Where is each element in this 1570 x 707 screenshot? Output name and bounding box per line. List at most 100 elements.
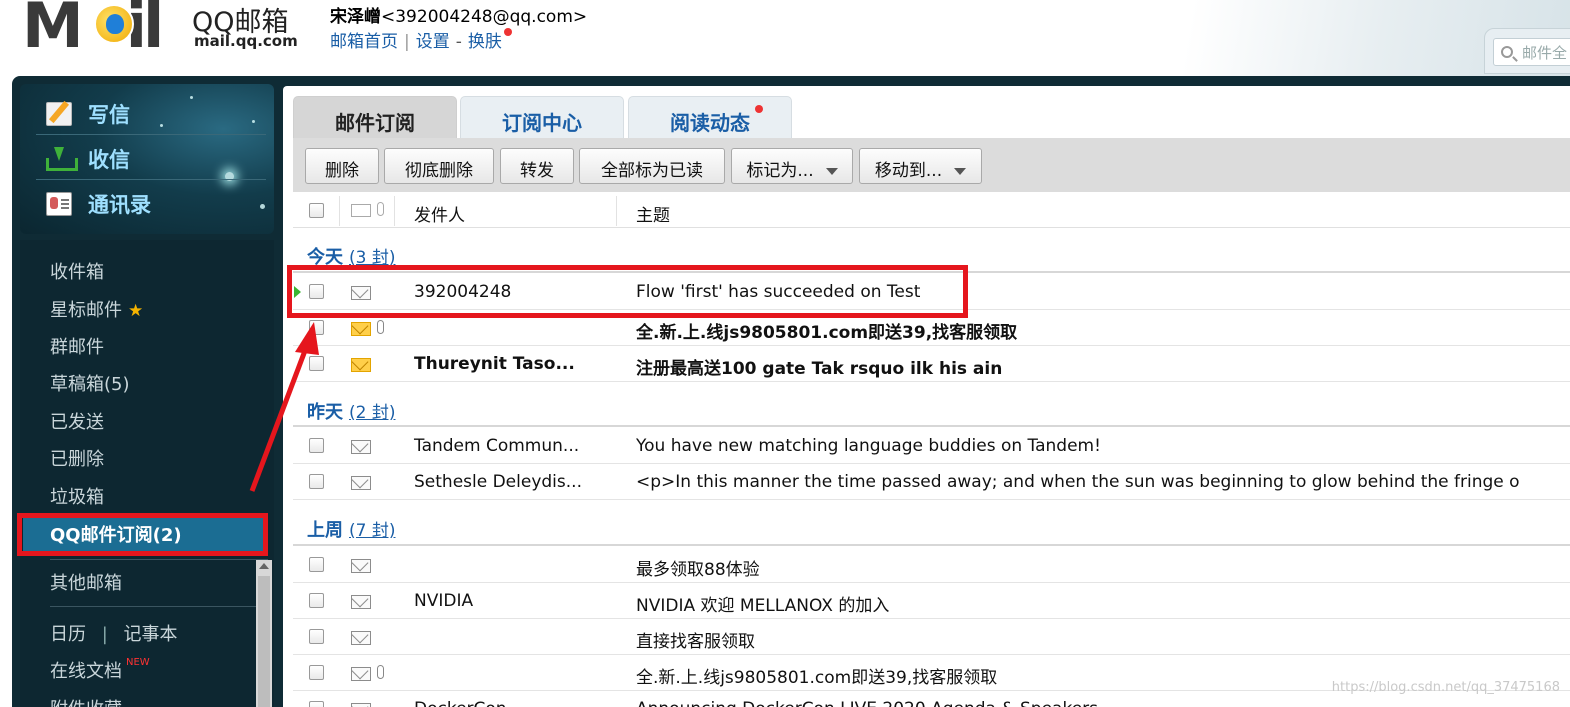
subject-column-header[interactable]: 主题 xyxy=(636,201,670,226)
mail-row[interactable]: Tandem Commun... You have new matching l… xyxy=(293,428,1570,464)
tab-mail-subscription[interactable]: 邮件订阅 xyxy=(293,96,457,138)
mail-subject: You have new matching language buddies o… xyxy=(636,436,1101,456)
toolbar: 删除 彻底删除 转发 全部标为已读 标记为... 移动到... xyxy=(293,138,1570,192)
folder-sent[interactable]: 已发送 xyxy=(50,408,104,434)
envelope-read-icon xyxy=(351,595,371,609)
row-checkbox[interactable] xyxy=(309,356,324,371)
link-dash: - xyxy=(455,32,462,52)
write-icon xyxy=(46,102,72,126)
calendar-notes: 日历 | 记事本 xyxy=(50,620,178,646)
qq-mail-logo[interactable]: Mil QQ邮箱 mail.qq.com xyxy=(22,0,307,62)
tab-subscription-center[interactable]: 订阅中心 xyxy=(460,96,624,138)
mail-subject: NVIDIA 欢迎 MELLANOX 的加入 xyxy=(636,596,890,616)
group-count[interactable]: (2 封) xyxy=(349,403,395,423)
row-checkbox[interactable] xyxy=(309,320,324,335)
mail-row[interactable]: Thureynit Taso... 注册最高送100 gate Tak rsqu… xyxy=(293,346,1570,382)
mail-row[interactable]: Sethesle Deleydis... <p>In this manner t… xyxy=(293,464,1570,500)
envelope-read-icon xyxy=(351,631,371,645)
link-separator: | xyxy=(404,32,410,52)
delete-button[interactable]: 删除 xyxy=(305,148,379,184)
column-separator xyxy=(616,196,617,226)
column-separator xyxy=(394,196,395,226)
group-title: 上周 xyxy=(307,520,343,541)
mark-as-dropdown[interactable]: 标记为... xyxy=(731,148,853,184)
folder-docs[interactable]: 在线文档 NEW xyxy=(50,657,150,683)
annotation-highlight-folder xyxy=(17,513,268,556)
contacts-label: 通讯录 xyxy=(88,193,151,217)
scroll-up-icon[interactable] xyxy=(259,563,269,569)
mail-subject: <p>In this manner the time passed away; … xyxy=(636,472,1520,492)
qq-mail-window: Mil QQ邮箱 mail.qq.com 宋泽嶒<392004248@qq.co… xyxy=(0,0,1570,707)
star-icon: ★ xyxy=(128,301,144,321)
row-checkbox[interactable] xyxy=(309,701,324,707)
folder-spam[interactable]: 垃圾箱 xyxy=(50,483,104,509)
row-checkbox[interactable] xyxy=(309,474,324,489)
main-panel: 邮件订阅 订阅中心 阅读动态 删除 彻底删除 转发 全部标为已读 标记为... … xyxy=(283,86,1570,707)
receive-label: 收信 xyxy=(88,148,130,172)
column-header: 发件人 主题 xyxy=(293,194,1570,228)
folder-attachments[interactable]: 附件收藏 xyxy=(50,695,122,707)
mark-all-read-button[interactable]: 全部标为已读 xyxy=(579,148,725,184)
sender-column-header[interactable]: 发件人 xyxy=(414,201,465,226)
header-links: 邮箱首页 | 设置 - 换肤 xyxy=(330,27,512,52)
mail-row[interactable]: 直接找客服领取 xyxy=(293,619,1570,655)
mail-sender: Tandem Commun... xyxy=(414,436,580,456)
tab-bar: 邮件订阅 订阅中心 阅读动态 xyxy=(293,96,1570,138)
mail-subject: Announcing DockerCon LIVE 2020 Agenda & … xyxy=(636,699,1098,707)
folder-inbox[interactable]: 收件箱 xyxy=(50,258,104,284)
folder-starred-label: 星标邮件 xyxy=(50,300,122,321)
group-divider xyxy=(293,544,1570,546)
folder-starred[interactable]: 星标邮件 ★ xyxy=(50,296,143,322)
divider xyxy=(50,559,268,560)
mail-home-link[interactable]: 邮箱首页 xyxy=(330,32,398,52)
sidebar-scrollbar[interactable] xyxy=(256,560,272,707)
mail-subject: 直接找客服领取 xyxy=(636,632,755,652)
watermark: https://blog.csdn.net/qq_37475168 xyxy=(1331,680,1560,695)
logo-mail-text: Mil xyxy=(22,0,164,62)
mail-subject: 全.新.上.线js9805801.com即送39,找客服领取 xyxy=(636,668,998,688)
envelope-read-icon xyxy=(351,667,371,681)
receive-button[interactable]: 收信 xyxy=(46,139,266,179)
attachment-icon xyxy=(377,320,384,334)
new-badge: NEW xyxy=(126,657,150,668)
folder-other[interactable]: 其他邮箱 xyxy=(50,569,122,595)
annotation-highlight-mail xyxy=(287,265,968,318)
row-checkbox[interactable] xyxy=(309,665,324,680)
search-icon[interactable] xyxy=(1501,46,1513,58)
envelope-read-icon xyxy=(351,476,371,490)
docs-label: 在线文档 xyxy=(50,661,122,682)
notification-dot-icon xyxy=(755,105,763,113)
mail-subject: 注册最高送100 gate Tak rsquo ilk his ain xyxy=(636,359,1003,379)
tab-reading-activity[interactable]: 阅读动态 xyxy=(628,96,792,138)
row-checkbox[interactable] xyxy=(309,629,324,644)
group-title: 昨天 xyxy=(307,402,343,423)
group-yesterday: 昨天 (2 封) xyxy=(307,398,395,424)
forward-button[interactable]: 转发 xyxy=(500,148,574,184)
calendar-link[interactable]: 日历 xyxy=(50,624,86,645)
tab-reading-activity-label: 阅读动态 xyxy=(670,111,750,135)
user-identity: 宋泽嶒<392004248@qq.com> xyxy=(330,2,587,27)
notes-link[interactable]: 记事本 xyxy=(124,624,178,645)
select-all-checkbox[interactable] xyxy=(309,203,324,218)
group-count[interactable]: (7 封) xyxy=(349,521,395,541)
mail-row[interactable]: NVIDIA NVIDIA 欢迎 MELLANOX 的加入 xyxy=(293,583,1570,619)
folder-deleted[interactable]: 已删除 xyxy=(50,445,104,471)
folder-group[interactable]: 群邮件 xyxy=(50,333,104,359)
envelope-read-icon xyxy=(351,440,371,454)
delete-permanent-button[interactable]: 彻底删除 xyxy=(384,148,494,184)
read-status-icon[interactable] xyxy=(351,204,371,217)
top-header: Mil QQ邮箱 mail.qq.com 宋泽嶒<392004248@qq.co… xyxy=(0,0,1570,78)
mail-row[interactable]: 最多领取88体验 xyxy=(293,547,1570,583)
attachment-icon[interactable] xyxy=(377,202,384,216)
scroll-thumb[interactable] xyxy=(258,576,270,707)
contacts-button[interactable]: 通讯录 xyxy=(46,184,266,224)
folder-drafts[interactable]: 草稿箱(5) xyxy=(50,370,130,396)
move-to-dropdown[interactable]: 移动到... xyxy=(859,148,982,184)
logo-domain-text: mail.qq.com xyxy=(194,32,298,50)
row-checkbox[interactable] xyxy=(309,438,324,453)
row-checkbox[interactable] xyxy=(309,593,324,608)
write-button[interactable]: 写信 xyxy=(46,94,266,134)
settings-link[interactable]: 设置 xyxy=(416,32,450,52)
row-checkbox[interactable] xyxy=(309,557,324,572)
skin-link[interactable]: 换肤 xyxy=(468,32,502,52)
